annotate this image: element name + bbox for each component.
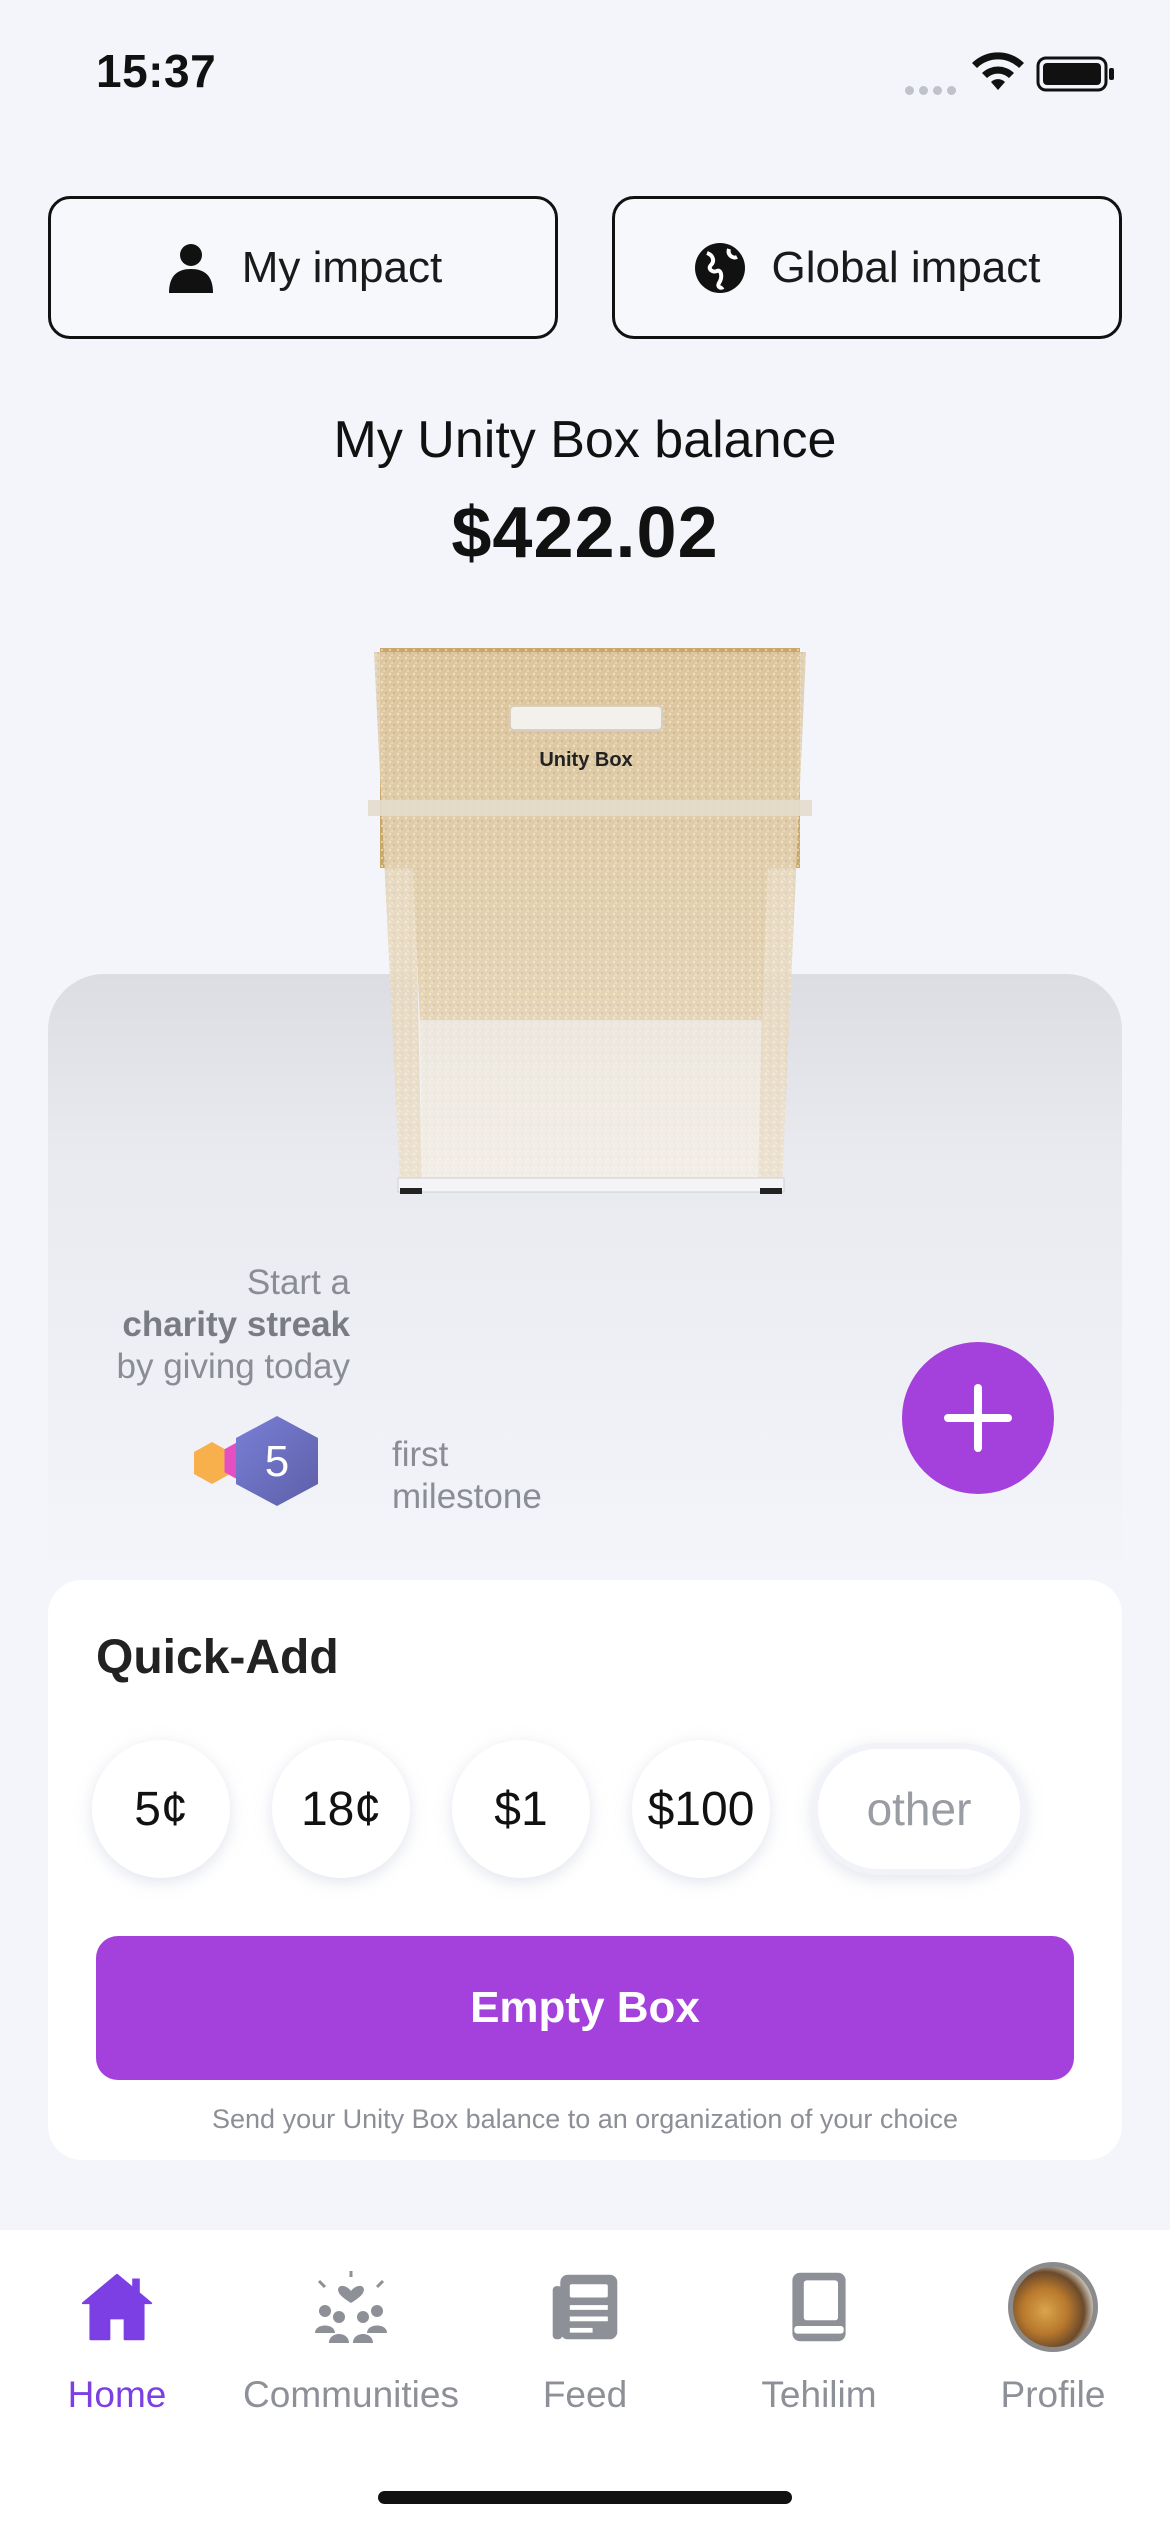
unity-box-illustration[interactable]: Unity Box (340, 640, 840, 1200)
empty-box-caption: Send your Unity Box balance to an organi… (212, 2104, 958, 2134)
book-icon (774, 2262, 864, 2352)
my-impact-button[interactable]: My impact (48, 196, 558, 339)
tab-communities-label: Communities (243, 2374, 459, 2415)
badge-number: 5 (265, 1437, 289, 1486)
tab-home-label: Home (67, 2374, 167, 2415)
quick-add-other[interactable]: other (812, 1743, 1026, 1875)
quick-add-5-cents[interactable]: 5¢ (92, 1740, 230, 1878)
quick-add-18-cents[interactable]: 18¢ (272, 1740, 410, 1878)
tab-feed-label: Feed (542, 2374, 628, 2415)
home-indicator (378, 2491, 792, 2504)
cellular-signal-icon (905, 82, 961, 100)
global-impact-button[interactable]: Global impact (612, 196, 1122, 339)
balance-label: My Unity Box balance (333, 411, 837, 469)
quick-add-title: Quick-Add (96, 1631, 339, 1684)
status-time: 15:37 (96, 45, 217, 97)
person-icon (168, 243, 213, 293)
tab-profile[interactable]: Profile (936, 2262, 1170, 2416)
streak-prompt: Start a charity streak by giving today (116, 1263, 350, 1386)
add-button[interactable] (902, 1342, 1054, 1494)
streak-emphasis: charity streak (122, 1305, 350, 1344)
battery-icon (1036, 56, 1114, 92)
balance-value: $422.02 (451, 493, 719, 573)
global-impact-label: Global impact (771, 242, 1041, 292)
plus-icon (944, 1384, 1012, 1452)
milestone-badges: 5 (194, 1416, 318, 1506)
box-brand-text: Unity Box (539, 749, 632, 771)
tab-home[interactable]: Home (0, 2262, 234, 2416)
globe-icon (695, 242, 746, 293)
quick-add-100-dollars[interactable]: $100 (632, 1740, 770, 1878)
feed-icon (540, 2262, 630, 2352)
tab-tehilim-label: Tehilim (761, 2374, 877, 2415)
avatar (1008, 2262, 1098, 2352)
tab-feed[interactable]: Feed (468, 2262, 702, 2416)
my-impact-label: My impact (241, 242, 443, 292)
empty-box-button[interactable]: Empty Box (96, 1936, 1074, 2080)
tab-tehilim[interactable]: Tehilim (702, 2262, 936, 2416)
tab-communities[interactable]: Communities (234, 2262, 468, 2416)
quick-add-1-dollar[interactable]: $1 (452, 1740, 590, 1878)
milestone-label: first milestone (392, 1435, 542, 1516)
wifi-icon (972, 52, 1024, 90)
communities-icon (306, 2262, 396, 2352)
tab-profile-label: Profile (1000, 2374, 1106, 2415)
home-icon (72, 2262, 162, 2352)
